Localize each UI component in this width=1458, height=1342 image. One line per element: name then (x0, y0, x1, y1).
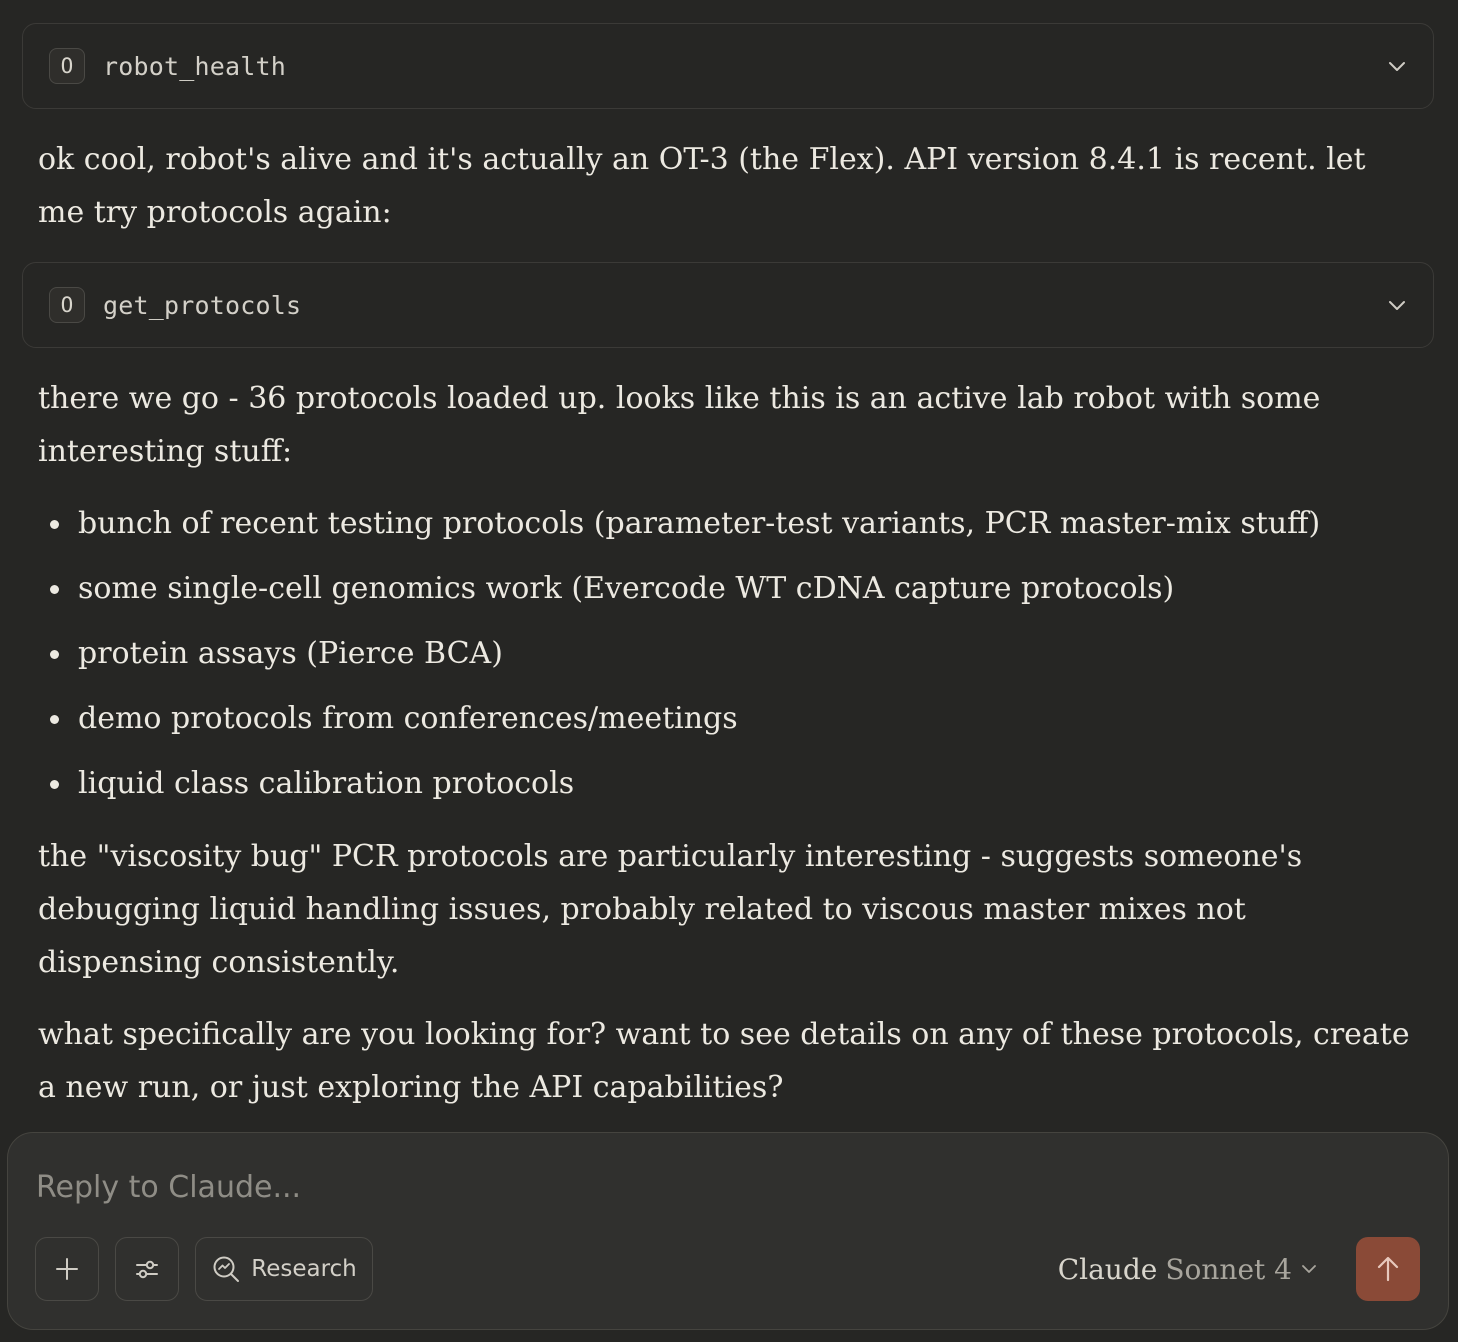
research-button[interactable]: Research (195, 1237, 373, 1301)
bullet-dot (50, 715, 59, 724)
reply-composer: Research Claude Sonnet 4 (7, 1132, 1449, 1330)
bullet-dot (50, 520, 59, 529)
message-paragraph-3: the "viscosity bug" PCR protocols are pa… (38, 839, 1303, 980)
list-item-text: liquid class calibration protocols (78, 766, 575, 801)
list-item-text: protein assays (Pierce BCA) (78, 636, 503, 671)
send-button[interactable] (1356, 1237, 1420, 1301)
tool-badge: O (49, 287, 85, 323)
research-search-icon (213, 1256, 240, 1282)
tools-button[interactable] (115, 1237, 179, 1301)
tool-badge: O (49, 48, 85, 84)
tool-name: robot_health (103, 51, 287, 81)
bullet-dot (50, 650, 59, 659)
add-button[interactable] (35, 1237, 99, 1301)
bullet-dot (50, 780, 59, 789)
chevron-down-icon (1302, 1265, 1316, 1273)
research-label: Research (251, 1256, 357, 1282)
sliders-icon (136, 1260, 158, 1279)
arrow-up-icon (1377, 1256, 1399, 1282)
bullet-dot (50, 585, 59, 594)
chevron-down-icon[interactable] (1385, 54, 1409, 78)
list-item-text: some single-cell genomics work (Evercode… (78, 571, 1175, 606)
tool-call-card-get-protocols[interactable]: O get_protocols (22, 262, 1434, 348)
tool-call-card-robot-health[interactable]: O robot_health (22, 23, 1434, 109)
list-item: liquid class calibration protocols (38, 760, 1418, 825)
list-item: some single-cell genomics work (Evercode… (38, 565, 1418, 630)
list-item: demo protocols from conferences/meetings (38, 695, 1418, 760)
reply-input[interactable] (36, 1163, 1396, 1211)
model-brand: Claude (1057, 1252, 1158, 1286)
list-item-text: bunch of recent testing protocols (param… (78, 506, 1321, 541)
message-paragraph-2: there we go - 36 protocols loaded up. lo… (38, 381, 1321, 469)
tool-name: get_protocols (103, 290, 302, 320)
model-selector[interactable]: Claude Sonnet 4 (1058, 1243, 1320, 1295)
list-item-text: demo protocols from conferences/meetings (78, 701, 738, 736)
chat-view: O robot_health ok cool, robot's alive an… (0, 0, 1458, 1342)
protocol-category-list: bunch of recent testing protocols (param… (38, 500, 1418, 825)
message-paragraph-4: what specifically are you looking for? w… (38, 1017, 1410, 1105)
chevron-down-icon[interactable] (1385, 293, 1409, 317)
model-name: Sonnet 4 (1165, 1252, 1292, 1286)
plus-icon (56, 1258, 78, 1280)
list-item: bunch of recent testing protocols (param… (38, 500, 1418, 565)
list-item: protein assays (Pierce BCA) (38, 630, 1418, 695)
message-paragraph-1: ok cool, robot's alive and it's actually… (38, 142, 1366, 230)
